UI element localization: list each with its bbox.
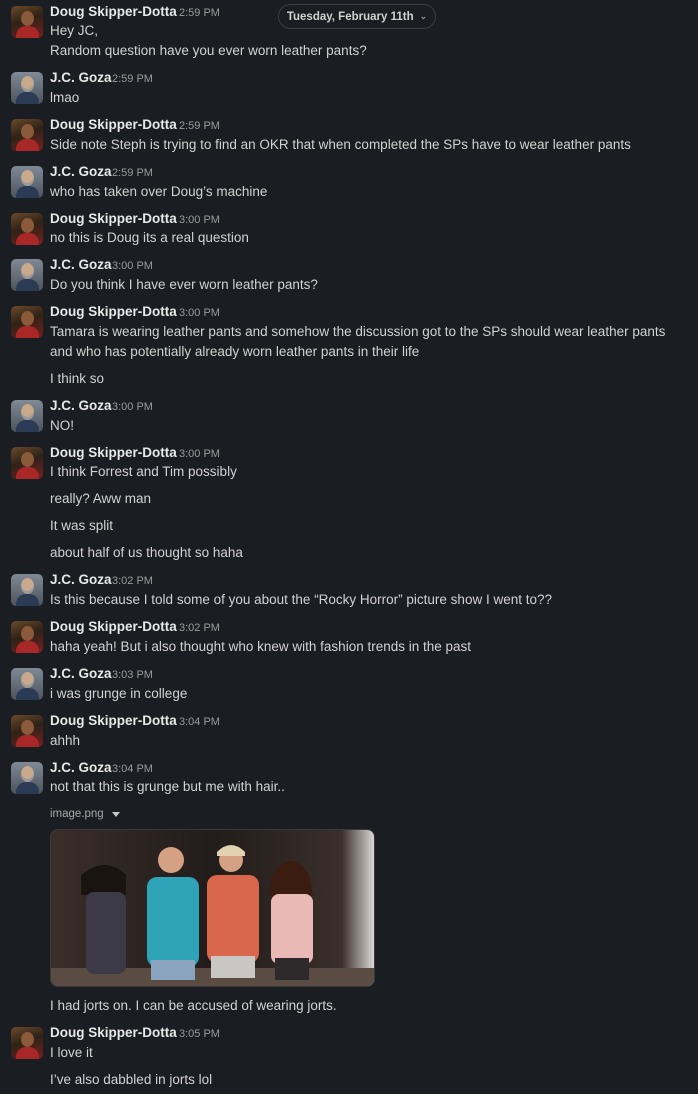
message-text: really? Aww man	[50, 491, 152, 506]
message-text: Hey JC,	[50, 23, 99, 38]
timestamp[interactable]: 2:59 PM	[112, 73, 153, 85]
timestamp[interactable]: 3:02 PM	[112, 575, 153, 587]
message-text: about half of us thought so haha	[50, 545, 243, 560]
sender-name[interactable]: J.C. Goza	[50, 666, 112, 681]
avatar[interactable]	[11, 72, 43, 104]
attachment-header[interactable]: image.png	[50, 808, 120, 820]
timestamp[interactable]: 2:59 PM	[179, 120, 220, 132]
message-text: who has taken over Doug’s machine	[50, 184, 268, 199]
avatar[interactable]	[11, 259, 43, 291]
timestamp[interactable]: 3:04 PM	[112, 763, 153, 775]
avatar[interactable]	[11, 306, 43, 338]
sender-name[interactable]: Doug Skipper-Dotta	[50, 1025, 177, 1040]
message-text: I think so	[50, 371, 105, 386]
message-text: Is this because I told some of you about…	[50, 592, 552, 607]
message-text: not that this is grunge but me with hair…	[50, 779, 285, 794]
avatar[interactable]	[11, 574, 43, 606]
message-text: haha yeah! But i also thought who knew w…	[50, 639, 472, 654]
sender-name[interactable]: J.C. Goza	[50, 398, 112, 413]
avatar[interactable]	[11, 668, 43, 700]
sender-name[interactable]: J.C. Goza	[50, 572, 112, 587]
sender-name[interactable]: J.C. Goza	[50, 70, 112, 85]
message-text: I love it	[50, 1045, 93, 1060]
attachment-filename[interactable]: image.png	[50, 808, 104, 820]
avatar[interactable]	[11, 621, 43, 653]
message-text: I think Forrest and Tim possibly	[50, 464, 237, 479]
message-text: NO!	[50, 418, 75, 433]
avatar[interactable]	[11, 715, 43, 747]
message-text: i was grunge in college	[50, 686, 188, 701]
sender-name[interactable]: Doug Skipper-Dotta	[50, 445, 177, 460]
timestamp[interactable]: 3:03 PM	[112, 669, 153, 681]
sender-name[interactable]: Doug Skipper-Dotta	[50, 713, 177, 728]
timestamp[interactable]: 2:59 PM	[179, 7, 220, 19]
message-text: no this is Doug its a real question	[50, 230, 249, 245]
avatar[interactable]	[11, 447, 43, 479]
avatar[interactable]	[11, 1027, 43, 1059]
message-text: It was split	[50, 518, 114, 533]
timestamp[interactable]: 3:00 PM	[179, 307, 220, 319]
timestamp[interactable]: 3:00 PM	[112, 401, 153, 413]
caret-down-icon[interactable]	[111, 811, 120, 817]
timestamp[interactable]: 3:02 PM	[179, 622, 220, 634]
message-text: I had jorts on. I can be accused of wear…	[50, 998, 337, 1013]
message-text: Side note Steph is trying to find an OKR…	[50, 137, 631, 152]
avatar[interactable]	[11, 6, 43, 38]
sender-name[interactable]: J.C. Goza	[50, 164, 112, 179]
sender-name[interactable]: Doug Skipper-Dotta	[50, 304, 177, 319]
sender-name[interactable]: Doug Skipper-Dotta	[50, 117, 177, 132]
timestamp[interactable]: 2:59 PM	[112, 167, 153, 179]
avatar[interactable]	[11, 762, 43, 794]
timestamp[interactable]: 3:00 PM	[112, 260, 153, 272]
sender-name[interactable]: Doug Skipper-Dotta	[50, 619, 177, 634]
sender-name[interactable]: J.C. Goza	[50, 760, 112, 775]
message-text: lmao	[50, 90, 80, 105]
message-text: Do you think I have ever worn leather pa…	[50, 277, 318, 292]
sender-name[interactable]: J.C. Goza	[50, 257, 112, 272]
message-text: Random question have you ever worn leath…	[50, 43, 367, 58]
photo-illustration	[51, 830, 374, 986]
timestamp[interactable]: 3:05 PM	[179, 1028, 220, 1040]
avatar[interactable]	[11, 166, 43, 198]
message-text: ahhh	[50, 733, 81, 748]
sender-name[interactable]: Doug Skipper-Dotta	[50, 211, 177, 226]
timestamp[interactable]: 3:00 PM	[179, 214, 220, 226]
timestamp[interactable]: 3:04 PM	[179, 716, 220, 728]
sender-name[interactable]: Doug Skipper-Dotta	[50, 4, 177, 19]
image-attachment[interactable]	[50, 829, 375, 987]
avatar[interactable]	[11, 119, 43, 151]
avatar[interactable]	[11, 213, 43, 245]
timestamp[interactable]: 3:00 PM	[179, 448, 220, 460]
message-text: I’ve also dabbled in jorts lol	[50, 1072, 213, 1087]
avatar[interactable]	[11, 400, 43, 432]
message-text: Tamara is wearing leather pants and some…	[50, 324, 666, 359]
